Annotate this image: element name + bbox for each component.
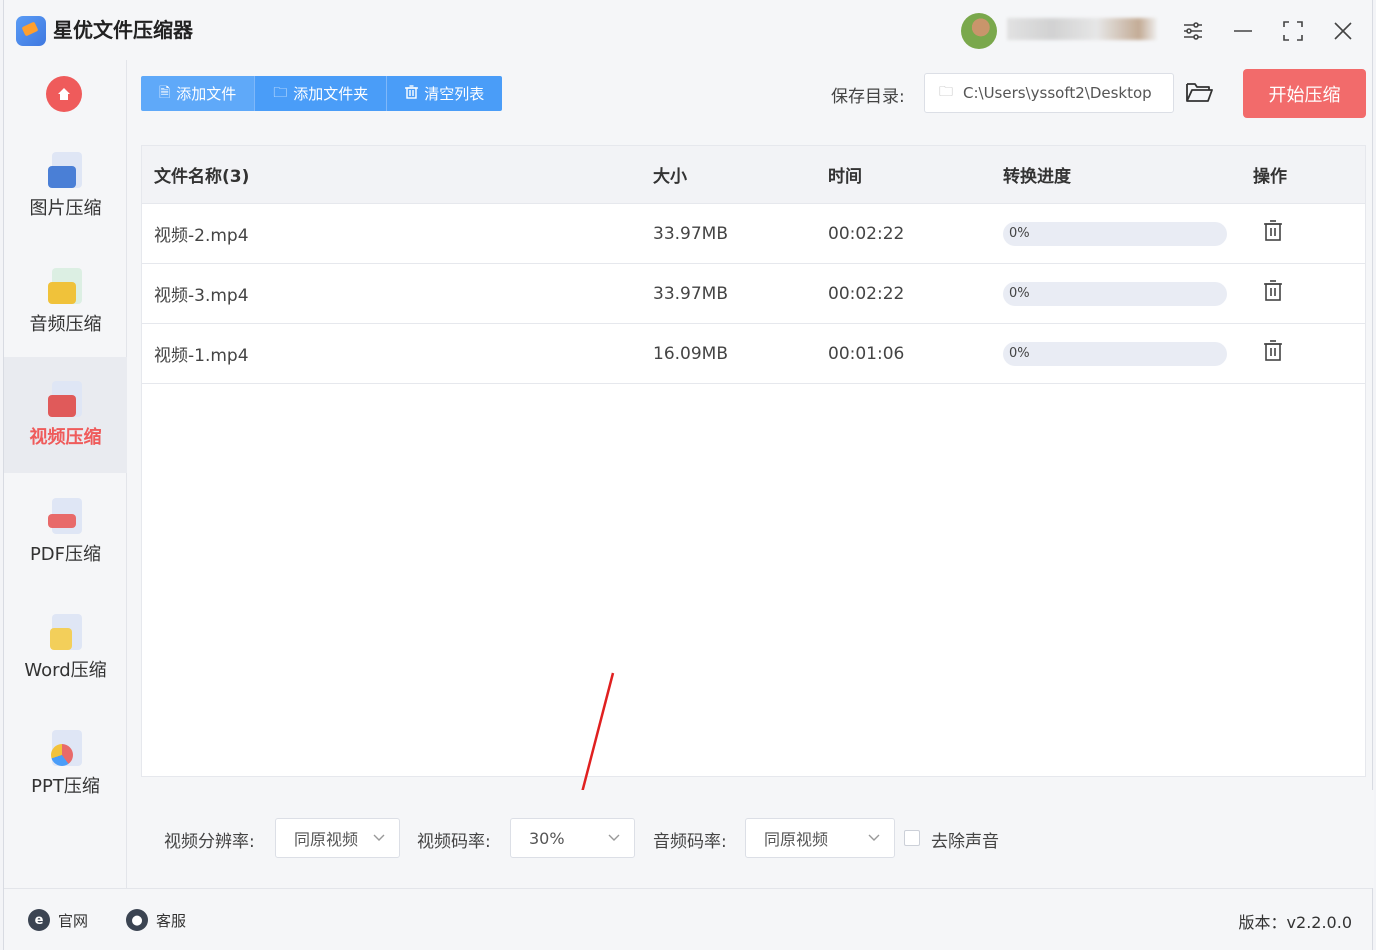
resolution-select[interactable]: 同原视频 <box>275 818 400 858</box>
sidebar-item-label: 音频压缩 <box>29 314 102 335</box>
sidebar-item-image[interactable]: 图片压缩 <box>4 128 127 244</box>
progress-text: 0% <box>1009 226 1030 241</box>
file-name: 视频-2.mp4 <box>154 226 249 246</box>
chevron-down-icon <box>373 834 385 841</box>
pdf-file-icon <box>47 498 84 538</box>
audio-file-icon <box>47 268 84 308</box>
sidebar-item-label: 视频压缩 <box>29 427 102 448</box>
word-file-icon <box>48 614 84 654</box>
sidebar-item-label: Word压缩 <box>24 660 107 681</box>
add-file-button[interactable]: 🗎 添加文件 <box>141 76 256 111</box>
ie-icon: e <box>28 909 50 931</box>
compression-settings: 视频分辨率: 同原视频 视频码率: 30% 音频码率: 同原视频 去除声音 <box>127 790 1374 888</box>
mute-checkbox[interactable] <box>904 830 920 846</box>
website-label: 官网 <box>58 911 89 930</box>
sidebar-item-ppt[interactable]: PPT压缩 <box>4 706 127 822</box>
file-size: 33.97MB <box>653 223 728 244</box>
home-button[interactable] <box>46 76 82 112</box>
clear-list-button[interactable]: 清空列表 <box>387 76 503 111</box>
username-blurred[interactable] <box>1007 18 1157 40</box>
progress-text: 0% <box>1009 346 1030 361</box>
version-text: 版本：v2.2.0.0 <box>1238 913 1352 932</box>
minimize-icon[interactable] <box>1228 16 1258 46</box>
footer: e 官网 ● 客服 版本：v2.2.0.0 <box>4 888 1372 950</box>
maximize-icon[interactable] <box>1278 16 1308 46</box>
folder-icon: 🗀 <box>939 84 953 100</box>
bitrate-select[interactable]: 30% <box>510 818 635 858</box>
file-duration: 00:01:06 <box>828 343 905 364</box>
file-size: 33.97MB <box>653 283 728 304</box>
website-link[interactable]: e 官网 <box>28 909 88 931</box>
support-label: 客服 <box>156 911 187 930</box>
table-row[interactable]: 视频-1.mp4 16.09MB 00:01:06 0% <box>142 324 1365 384</box>
title-bar: 星优文件压缩器 <box>4 0 1372 60</box>
resolution-value: 同原视频 <box>294 830 359 849</box>
mute-label[interactable]: 去除声音 <box>931 827 999 852</box>
audio-bitrate-value: 同原视频 <box>764 830 829 849</box>
folder-icon: 🗀 <box>273 84 288 101</box>
file-duration: 00:02:22 <box>828 283 905 304</box>
sidebar-item-label: 图片压缩 <box>29 198 102 219</box>
add-folder-button[interactable]: 🗀 添加文件夹 <box>255 76 388 111</box>
file-duration: 00:02:22 <box>828 223 905 244</box>
app-logo <box>16 16 46 46</box>
audio-bitrate-select[interactable]: 同原视频 <box>745 818 895 858</box>
header-progress: 转换进度 <box>1003 167 1071 187</box>
header-actions: 操作 <box>1253 167 1287 187</box>
header-filename: 文件名称(3) <box>154 167 250 187</box>
clear-list-label: 清空列表 <box>424 85 485 103</box>
delete-icon[interactable] <box>1261 339 1285 363</box>
file-size: 16.09MB <box>653 343 728 364</box>
ppt-file-icon <box>48 730 84 770</box>
progress-bar: 0% <box>1003 281 1227 306</box>
home-icon <box>58 88 70 100</box>
save-directory-label: 保存目录: <box>831 87 905 107</box>
sidebar-item-video[interactable]: 视频压缩 <box>4 357 127 473</box>
chevron-down-icon <box>868 834 880 841</box>
settings-icon[interactable] <box>1178 16 1208 46</box>
table-row[interactable]: 视频-2.mp4 33.97MB 00:02:22 0% <box>142 204 1365 264</box>
delete-icon[interactable] <box>1261 219 1285 243</box>
progress-bar: 0% <box>1003 341 1227 366</box>
sidebar-item-label: PPT压缩 <box>31 776 100 797</box>
video-file-icon <box>47 381 84 421</box>
image-file-icon <box>47 152 84 192</box>
close-icon[interactable] <box>1328 16 1358 46</box>
file-name: 视频-3.mp4 <box>154 286 249 306</box>
file-table: 文件名称(3) 大小 时间 转换进度 操作 视频-2.mp4 33.97MB 0… <box>141 145 1366 777</box>
table-header: 文件名称(3) 大小 时间 转换进度 操作 <box>142 146 1365 204</box>
progress-text: 0% <box>1009 286 1030 301</box>
file-name: 视频-1.mp4 <box>154 346 249 366</box>
header-size: 大小 <box>653 167 687 187</box>
open-folder-icon[interactable] <box>1185 80 1215 108</box>
header-time: 时间 <box>828 167 862 187</box>
table-row[interactable]: 视频-3.mp4 33.97MB 00:02:22 0% <box>142 264 1365 324</box>
progress-bar: 0% <box>1003 221 1227 246</box>
bitrate-label: 视频码率: <box>417 832 491 852</box>
sidebar: 图片压缩 音频压缩 视频压缩 PDF压缩 Word压缩 PPT压缩 <box>4 60 127 890</box>
chevron-down-icon <box>608 834 620 841</box>
add-folder-label: 添加文件夹 <box>293 85 369 103</box>
add-file-label: 添加文件 <box>176 85 237 103</box>
bitrate-value: 30% <box>529 828 565 848</box>
delete-icon[interactable] <box>1261 279 1285 303</box>
sidebar-item-word[interactable]: Word压缩 <box>4 590 127 706</box>
start-compress-button[interactable]: 开始压缩 <box>1243 69 1366 118</box>
sidebar-item-label: PDF压缩 <box>29 544 102 565</box>
chat-icon: ● <box>126 909 148 931</box>
user-avatar[interactable] <box>961 13 997 49</box>
file-icon: 🗎 <box>159 84 171 101</box>
save-directory-input[interactable]: 🗀 C:\Users\yssoft2\Desktop <box>924 73 1174 113</box>
app-title: 星优文件压缩器 <box>53 18 193 42</box>
app-window: 星优文件压缩器 图片压缩 音频压缩 视频压缩 PDF压缩 Word压缩 PPT压… <box>3 0 1374 950</box>
support-link[interactable]: ● 客服 <box>126 909 186 931</box>
save-path-value: C:\Users\yssoft2\Desktop <box>963 84 1152 102</box>
sidebar-item-audio[interactable]: 音频压缩 <box>4 244 127 360</box>
audio-bitrate-label: 音频码率: <box>653 832 727 852</box>
sidebar-item-pdf[interactable]: PDF压缩 <box>4 474 127 590</box>
resolution-label: 视频分辨率: <box>164 832 255 852</box>
trash-icon <box>405 84 419 103</box>
file-toolbar: 🗎 添加文件 🗀 添加文件夹 清空列表 <box>141 76 503 111</box>
